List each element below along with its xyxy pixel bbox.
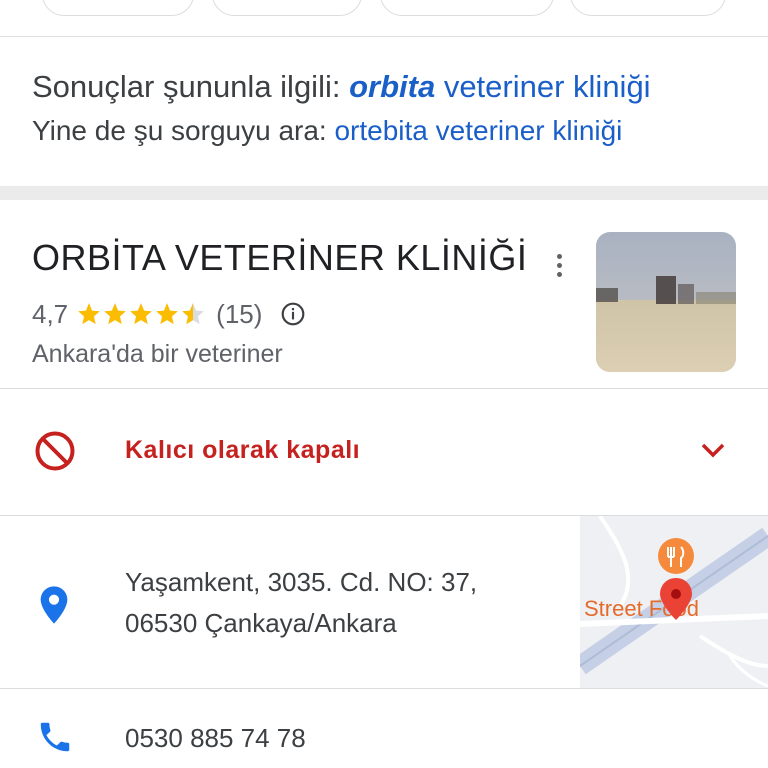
review-count[interactable]: (15) [216, 299, 262, 330]
half-star-icon [182, 303, 204, 325]
corrected-query-link[interactable]: orbita veteriner kliniği [349, 69, 651, 104]
info-icon[interactable] [280, 301, 306, 327]
business-photo[interactable] [596, 232, 736, 372]
divider [0, 388, 768, 389]
address[interactable]: Yaşamkent, 3035. Cd. NO: 37, 06530 Çanka… [125, 562, 477, 644]
business-category: Ankara'da bir veteriner [32, 340, 283, 368]
section-divider [0, 186, 768, 200]
star-icon [104, 303, 126, 325]
business-name[interactable]: ORBİTA VETERİNER KLİNİĞİ [32, 233, 527, 283]
filter-chip[interactable] [570, 0, 726, 16]
no-entry-icon [35, 431, 75, 471]
address-line-1: Yaşamkent, 3035. Cd. NO: 37, [125, 567, 478, 597]
phone-number[interactable]: 0530 885 74 78 [125, 718, 306, 758]
map-preview[interactable]: Street Food [580, 516, 768, 688]
filter-chip-bar [0, 0, 768, 37]
star-icon [130, 303, 152, 325]
divider [0, 688, 768, 689]
corrected-term: orbita [349, 69, 436, 104]
more-options-icon[interactable] [545, 250, 573, 290]
filter-chip[interactable] [380, 0, 554, 16]
rating-value: 4,7 [32, 298, 69, 329]
correction-prefix: Sonuçlar şununla ilgili: [32, 69, 350, 104]
star-icon [156, 303, 178, 325]
original-query-link[interactable]: ortebita veteriner kliniği [334, 115, 622, 146]
location-pin-icon [40, 586, 68, 624]
corrected-rest: veteriner kliniği [435, 69, 651, 104]
filter-chip[interactable] [212, 0, 362, 16]
rating-row[interactable]: 4,7 (15) [32, 296, 306, 332]
chevron-down-icon[interactable] [700, 440, 726, 460]
original-prefix: Yine de şu sorguyu ara: [32, 115, 335, 146]
filter-chip[interactable] [42, 0, 194, 16]
closed-status[interactable]: Kalıcı olarak kapalı [125, 432, 360, 468]
rating-stars [76, 301, 206, 327]
spelling-correction: Sonuçlar şununla ilgili: orbita veterine… [32, 64, 651, 152]
original-query-line: Yine de şu sorguyu ara: ortebita veterin… [32, 110, 651, 152]
corrected-query-line: Sonuçlar şununla ilgili: orbita veterine… [32, 64, 651, 110]
star-icon [78, 303, 100, 325]
phone-icon [40, 722, 70, 752]
address-line-2: 06530 Çankaya/Ankara [125, 608, 397, 638]
